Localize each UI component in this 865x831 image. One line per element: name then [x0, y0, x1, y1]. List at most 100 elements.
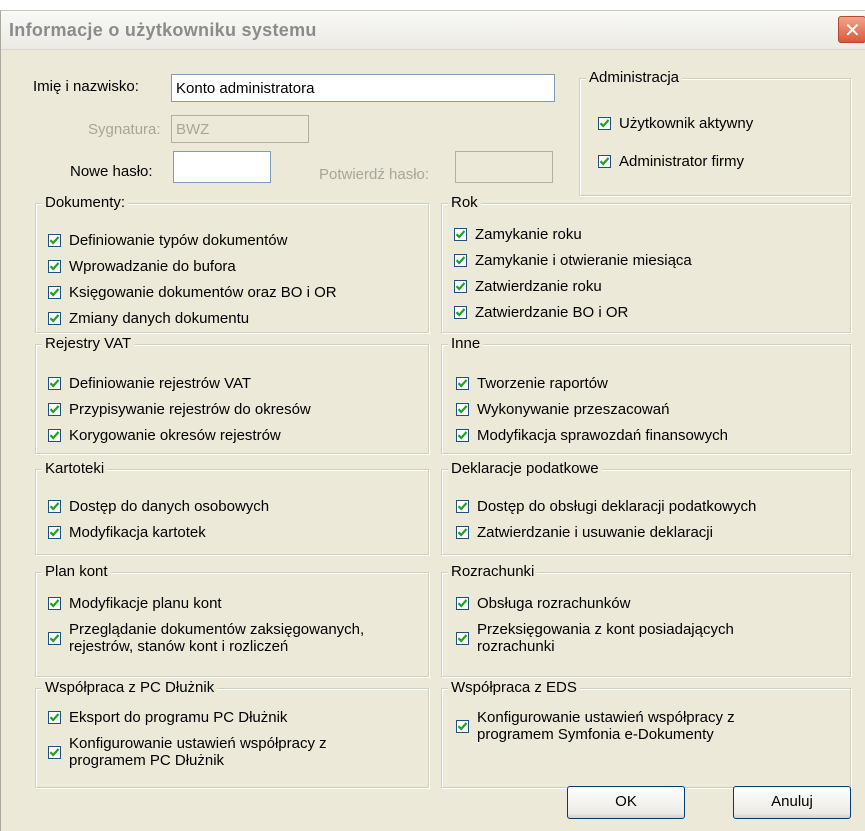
checkbox-icon[interactable] [48, 377, 61, 390]
checkbox-icon[interactable] [48, 260, 61, 273]
checkbox-dokumenty-1[interactable]: Wprowadzanie do bufora [48, 258, 236, 275]
checkbox-plan-kont-0[interactable]: Modyfikacje planu kont [48, 595, 222, 612]
checkbox-kartoteki-0[interactable]: Dostęp do danych osobowych [48, 498, 269, 515]
checkbox-rok-3[interactable]: Zatwierdzanie BO i OR [454, 304, 628, 321]
checkbox-icon[interactable] [456, 500, 469, 513]
checkbox-label: Modyfikacje planu kont [69, 595, 222, 612]
group-rejestry-vat: Rejestry VAT Definiowanie rejestrów VAT Pr… [35, 335, 429, 454]
checkbox-label-line: Wprowadzanie do bufora [69, 258, 236, 275]
checkbox-icon[interactable] [454, 280, 467, 293]
group-legend-rozrachunki: Rozrachunki [448, 563, 538, 580]
group-legend-pc-dluznik: Współpraca z PC Dłużnik [42, 679, 218, 696]
checkbox-label: Wykonywanie przeszacowań [477, 401, 669, 418]
checkbox-kartoteki-1[interactable]: Modyfikacja kartotek [48, 524, 206, 541]
checkbox-label-line: Korygowanie okresów rejestrów [69, 427, 281, 444]
checkbox-pc-dluznik-1[interactable]: Konfigurowanie ustawień współpracy z prog… [48, 735, 327, 769]
checkbox-rozrachunki-0[interactable]: Obsługa rozrachunków [456, 595, 630, 612]
checkbox-icon[interactable] [48, 429, 61, 442]
cancel-button[interactable]: Anuluj [733, 786, 851, 819]
checkbox-label-line: Definiowanie rejestrów VAT [69, 375, 252, 392]
checkbox-dokumenty-3[interactable]: Zmiany danych dokumentu [48, 310, 249, 327]
checkbox-label: Zamykanie roku [475, 226, 582, 243]
checkbox-rejestry-vat-2[interactable]: Korygowanie okresów rejestrów [48, 427, 281, 444]
checkbox-inne-0[interactable]: Tworzenie raportów [456, 375, 608, 392]
checkbox-icon[interactable] [456, 377, 469, 390]
checkbox-icon[interactable] [456, 403, 469, 416]
checkbox-icon[interactable] [598, 117, 611, 130]
checkbox-label: Księgowanie dokumentów oraz BO i OR [69, 284, 337, 301]
checkbox-label: Obsługa rozrachunków [477, 595, 630, 612]
checkbox-label: Zmiany danych dokumentu [69, 310, 249, 327]
name-input[interactable] [171, 74, 555, 102]
checkbox-label-line: programem PC Dłużnik [69, 752, 225, 769]
checkbox-icon[interactable] [48, 403, 61, 416]
checkbox-label-line: Zatwierdzanie i usuwanie deklaracji [477, 524, 713, 541]
checkbox-label: Zamykanie i otwieranie miesiąca [475, 252, 692, 269]
checkbox-rok-0[interactable]: Zamykanie roku [454, 226, 582, 243]
checkbox-rok-2[interactable]: Zatwierdzanie roku [454, 278, 602, 295]
new-password-input[interactable] [173, 151, 271, 183]
checkbox-icon[interactable] [456, 526, 469, 539]
checkbox-icon[interactable] [454, 228, 467, 241]
checkbox-label-line: Konfigurowanie ustawień współpracy z [69, 735, 327, 752]
checkbox-icon[interactable] [48, 312, 61, 325]
group-dokumenty: Dokumenty: Definiowanie typów dokumentów W… [35, 194, 429, 333]
dialog-window: Informacje o użytkowniku systemu ✕ Imię … [0, 10, 865, 831]
checkbox-icon[interactable] [454, 254, 467, 267]
checkbox-label-line: Przeksięgowania z kont posiadających [477, 621, 734, 638]
checkbox-icon[interactable] [48, 234, 61, 247]
group-kartoteki: Kartoteki Dostęp do danych osobowych Modyf… [35, 460, 429, 555]
checkbox-icon[interactable] [456, 597, 469, 610]
checkbox-label: Użytkownik aktywny [619, 115, 753, 132]
checkbox-administracja-1[interactable]: Administrator firmy [598, 153, 744, 170]
checkbox-label: Definiowanie typów dokumentów [69, 232, 287, 249]
checkbox-label-line: Modyfikacja kartotek [69, 524, 206, 541]
checkbox-inne-2[interactable]: Modyfikacja sprawozdań finansowych [456, 427, 728, 444]
checkbox-label-line: Zatwierdzanie BO i OR [475, 304, 629, 321]
checkbox-icon[interactable] [48, 500, 61, 513]
checkbox-icon[interactable] [456, 429, 469, 442]
checkbox-label-line: Modyfikacje planu kont [69, 595, 222, 612]
checkbox-label-line: Obsługa rozrachunków [477, 595, 631, 612]
checkbox-icon[interactable] [48, 745, 61, 759]
checkbox-label-line: Modyfikacja sprawozdań finansowych [477, 427, 728, 444]
checkbox-icon[interactable] [456, 631, 469, 645]
group-legend-administracja: Administracja [586, 69, 683, 86]
checkbox-deklaracje-1[interactable]: Zatwierdzanie i usuwanie deklaracji [456, 524, 713, 541]
new-password-label: Nowe hasło: [70, 163, 153, 180]
checkbox-dokumenty-0[interactable]: Definiowanie typów dokumentów [48, 232, 287, 249]
title-bar: Informacje o użytkowniku systemu ✕ [1, 11, 865, 50]
close-button[interactable]: ✕ [838, 16, 865, 43]
checkbox-deklaracje-0[interactable]: Dostęp do obsługi deklaracji podatkowych [456, 498, 756, 515]
checkbox-rejestry-vat-1[interactable]: Przypisywanie rejestrów do okresów [48, 401, 311, 418]
checkbox-label-line: Tworzenie raportów [477, 375, 608, 392]
checkbox-icon[interactable] [598, 155, 611, 168]
checkbox-icon[interactable] [456, 719, 469, 733]
checkbox-rozrachunki-1[interactable]: Przeksięgowania z kont posiadających rozr… [456, 621, 734, 655]
checkbox-label-line: Dostęp do obsługi deklaracji podatkowych [477, 498, 757, 515]
checkbox-icon[interactable] [48, 711, 61, 724]
checkbox-dokumenty-2[interactable]: Księgowanie dokumentów oraz BO i OR [48, 284, 337, 301]
checkbox-label-line: Wykonywanie przeszacowań [477, 401, 670, 418]
checkbox-icon[interactable] [454, 306, 467, 319]
checkbox-label-line: Eksport do programu PC Dłużnik [69, 709, 288, 726]
checkbox-icon[interactable] [48, 597, 61, 610]
checkbox-pc-dluznik-0[interactable]: Eksport do programu PC Dłużnik [48, 709, 287, 726]
checkbox-icon[interactable] [48, 526, 61, 539]
checkbox-rok-1[interactable]: Zamykanie i otwieranie miesiąca [454, 252, 692, 269]
checkbox-label: Eksport do programu PC Dłużnik [69, 709, 287, 726]
checkbox-eds-0[interactable]: Konfigurowanie ustawień współpracy z prog… [456, 709, 735, 743]
close-icon: ✕ [844, 18, 861, 42]
checkbox-label: Przeksięgowania z kont posiadających rozr… [477, 621, 734, 655]
checkbox-icon[interactable] [48, 631, 61, 645]
checkbox-label-line: programem Symfonia e-Dokumenty [477, 726, 714, 743]
checkbox-inne-1[interactable]: Wykonywanie przeszacowań [456, 401, 669, 418]
checkbox-administracja-0[interactable]: Użytkownik aktywny [598, 115, 753, 132]
checkbox-label-line: rejestrów, stanów kont i rozliczeń [69, 638, 289, 655]
checkbox-plan-kont-1[interactable]: Przeglądanie dokumentów zaksięgowanych, r… [48, 621, 364, 655]
checkbox-label: Konfigurowanie ustawień współpracy z prog… [69, 735, 327, 769]
checkbox-icon[interactable] [48, 286, 61, 299]
checkbox-rejestry-vat-0[interactable]: Definiowanie rejestrów VAT [48, 375, 251, 392]
ok-button[interactable]: OK [567, 786, 685, 819]
checkbox-label: Zatwierdzanie BO i OR [475, 304, 628, 321]
